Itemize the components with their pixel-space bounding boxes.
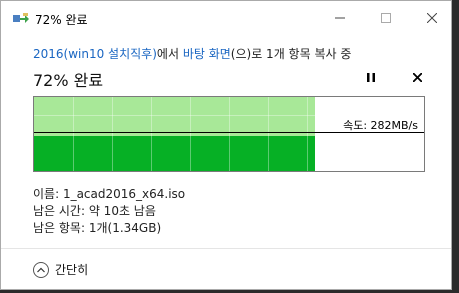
grid-line <box>190 97 191 171</box>
speed-history-area <box>34 136 315 171</box>
maximize-icon <box>381 13 391 23</box>
grid-line <box>73 97 74 171</box>
stop-icon <box>412 72 422 82</box>
grid-line <box>229 97 230 171</box>
close-button[interactable] <box>409 1 455 35</box>
fewer-details-toggle[interactable]: 간단히 <box>33 261 88 278</box>
pause-icon <box>367 72 375 82</box>
grid-line <box>268 97 269 171</box>
copy-app-icon <box>13 13 29 23</box>
destination-folder-link[interactable]: 바탕 화면 <box>183 47 231 61</box>
minimize-button[interactable] <box>317 1 363 35</box>
items-remaining: 남은 항목: 1개(1.34GB) <box>33 221 162 235</box>
grid-line <box>307 97 308 171</box>
speed-label: 속도: 282MB/s <box>343 119 418 132</box>
file-name: 이름: 1_acad2016_x64.iso <box>33 187 186 201</box>
stop-button[interactable] <box>409 69 425 85</box>
copy-dialog: 72% 완료 2016(win10 설치직후)에서 바탕 화면(으)로 1개 항… <box>0 0 452 290</box>
grid-line <box>34 115 424 116</box>
footer-divider <box>1 248 451 249</box>
time-remaining: 남은 시간: 약 10초 남음 <box>33 204 156 218</box>
window-title: 72% 완료 <box>35 13 88 27</box>
description-text-rest: (으)로 1개 항목 복사 중 <box>230 47 352 61</box>
description-text-mid: 에서 <box>156 47 183 61</box>
chevron-up-icon <box>33 261 49 278</box>
pause-button[interactable] <box>363 69 379 85</box>
copy-description: 2016(win10 설치직후)에서 바탕 화면(으)로 1개 항목 복사 중 <box>33 45 351 62</box>
progress-percent: 72% 완료 <box>33 71 104 90</box>
fewer-details-label: 간단히 <box>55 263 89 277</box>
close-icon <box>427 13 437 23</box>
source-folder-link[interactable]: 2016(win10 설치직후) <box>33 47 157 61</box>
minimize-icon <box>335 17 345 19</box>
background-strip <box>452 0 459 293</box>
grid-line <box>151 97 152 171</box>
title-bar[interactable]: 72% 완료 <box>1 1 451 35</box>
transfer-speed-graph: 속도: 282MB/s <box>33 96 425 172</box>
grid-line <box>112 97 113 171</box>
maximize-button[interactable] <box>363 1 409 35</box>
